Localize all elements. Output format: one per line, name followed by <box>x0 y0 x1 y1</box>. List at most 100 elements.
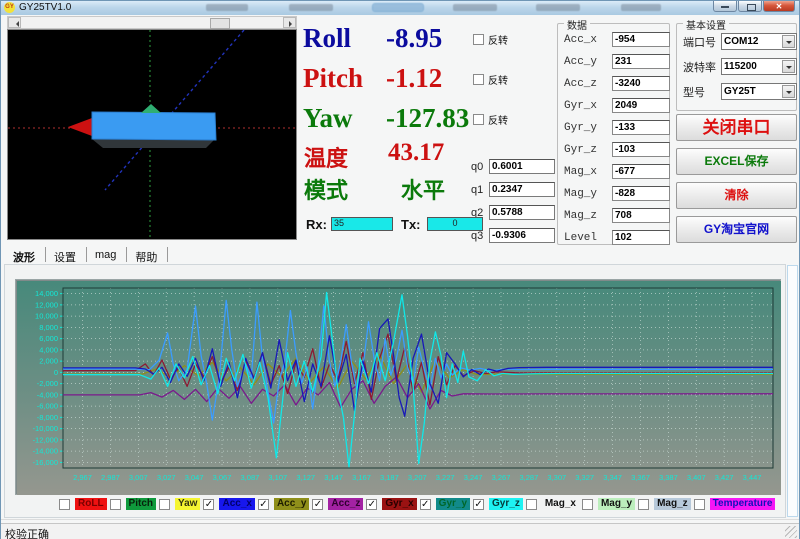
tx-label: Tx: <box>401 217 421 232</box>
legend-magy-label[interactable]: Mag_y <box>598 498 635 510</box>
q2-field[interactable]: 0.5788 <box>489 205 555 220</box>
svg-text:10,000: 10,000 <box>35 312 58 321</box>
legend-accz-checkbox[interactable]: ✓ <box>312 499 323 510</box>
svg-text:3,087: 3,087 <box>241 473 260 482</box>
tab-help[interactable]: 帮助 <box>127 247 168 262</box>
magz-row: Mag_z708 <box>564 208 670 223</box>
scroll-thumb[interactable] <box>210 18 230 29</box>
legend-temperature-label[interactable]: Temperature <box>710 498 776 510</box>
q0-field[interactable]: 0.6001 <box>489 159 555 174</box>
taobao-site-button[interactable]: GY淘宝官网 <box>676 216 797 243</box>
tx-field[interactable]: 0 <box>427 217 483 231</box>
legend-gyrx: ✓ Gyr_x <box>366 498 416 510</box>
legend-roll-checkbox[interactable] <box>59 499 70 510</box>
reverse-yaw-row: 反转 <box>473 112 508 127</box>
gyrz-field[interactable]: -103 <box>612 142 670 157</box>
tab-waveform[interactable]: 波形 <box>5 247 46 262</box>
magz-label: Mag_z <box>564 210 612 222</box>
legend-magx-checkbox[interactable] <box>526 499 537 510</box>
legend-accy-label[interactable]: Acc_y <box>274 498 309 510</box>
resize-grip-icon[interactable] <box>785 526 797 538</box>
legend-yaw-checkbox[interactable] <box>159 499 170 510</box>
legend-gyry: ✓ Gyr_y <box>420 498 470 510</box>
viewer-scrollbar[interactable] <box>7 16 297 29</box>
chart-legend: RoLL Pitch Yaw ✓Acc_x ✓Acc_y ✓Acc_z ✓Gyr… <box>59 498 775 510</box>
rx-field[interactable]: 35 <box>331 217 393 231</box>
minimize-button[interactable] <box>713 1 737 12</box>
legend-gyrz-checkbox[interactable]: ✓ <box>473 499 484 510</box>
svg-text:-12,000: -12,000 <box>33 435 58 444</box>
close-serial-button[interactable]: 关闭串口 <box>676 114 797 141</box>
svg-text:3,407: 3,407 <box>687 473 706 482</box>
svg-text:3,267: 3,267 <box>492 473 511 482</box>
legend-gyrz-label[interactable]: Gyr_z <box>489 498 523 510</box>
tab-settings[interactable]: 设置 <box>46 247 87 262</box>
legend-gyrx-checkbox[interactable]: ✓ <box>366 499 377 510</box>
q3-field[interactable]: -0.9306 <box>489 228 555 243</box>
waveform-chart[interactable]: 14,00012,00010,0008,0006,0004,0002,0000-… <box>17 281 781 495</box>
close-button[interactable] <box>763 1 795 12</box>
model-combobox[interactable]: GY25T <box>721 83 797 100</box>
svg-text:-6,000: -6,000 <box>37 402 58 411</box>
chevron-down-icon[interactable] <box>782 85 795 98</box>
excel-save-button[interactable]: EXCEL保存 <box>676 148 797 175</box>
legend-pitch-checkbox[interactable] <box>110 499 121 510</box>
magz-field[interactable]: 708 <box>612 208 670 223</box>
legend-gyrx-label[interactable]: Gyr_x <box>382 498 416 510</box>
legend-gyry-checkbox[interactable]: ✓ <box>420 499 431 510</box>
legend-magz-checkbox[interactable] <box>638 499 649 510</box>
accz-field[interactable]: -3240 <box>612 76 670 91</box>
reverse-pitch-checkbox[interactable] <box>473 74 484 85</box>
legend-yaw-label[interactable]: Yaw <box>175 498 200 510</box>
legend-accx-checkbox[interactable]: ✓ <box>203 499 214 510</box>
level-field[interactable]: 102 <box>612 230 670 245</box>
legend-roll-label[interactable]: RoLL <box>75 498 107 510</box>
q1-field[interactable]: 0.2347 <box>489 182 555 197</box>
reverse-roll-checkbox[interactable] <box>473 34 484 45</box>
title-bar[interactable]: GY GY25TV1.0 <box>1 1 799 15</box>
scroll-left-icon[interactable] <box>8 17 21 28</box>
accz-label: Acc_z <box>564 78 612 90</box>
legend-pitch: Pitch <box>110 498 156 510</box>
tab-mag[interactable]: mag <box>87 247 127 262</box>
port-combobox[interactable]: COM12 <box>721 33 797 50</box>
chevron-down-icon[interactable] <box>782 60 795 73</box>
legend-accy-checkbox[interactable]: ✓ <box>258 499 269 510</box>
legend-gyry-label[interactable]: Gyr_y <box>436 498 470 510</box>
magx-field[interactable]: -677 <box>612 164 670 179</box>
legend-yaw: Yaw <box>159 498 200 510</box>
svg-text:3,147: 3,147 <box>324 473 343 482</box>
svg-text:3,447: 3,447 <box>743 473 762 482</box>
legend-magx-label[interactable]: Mag_x <box>542 498 579 510</box>
svg-text:3,367: 3,367 <box>631 473 650 482</box>
svg-text:4,000: 4,000 <box>39 345 58 354</box>
legend-magz-label[interactable]: Mag_z <box>654 498 691 510</box>
svg-text:3,067: 3,067 <box>213 473 232 482</box>
legend-accx-label[interactable]: Acc_x <box>219 498 254 510</box>
accy-field[interactable]: 231 <box>612 54 670 69</box>
scroll-right-icon[interactable] <box>283 17 296 28</box>
q2-row: q2 0.5788 <box>471 205 555 220</box>
reverse-yaw-checkbox[interactable] <box>473 114 484 125</box>
gyrx-field[interactable]: 2049 <box>612 98 670 113</box>
svg-text:-2,000: -2,000 <box>37 379 58 388</box>
3d-viewport[interactable] <box>7 29 297 240</box>
clear-button[interactable]: 清除 <box>676 182 797 209</box>
3d-board-underside <box>92 139 215 148</box>
svg-text:3,327: 3,327 <box>575 473 594 482</box>
accx-field[interactable]: -954 <box>612 32 670 47</box>
svg-text:2,000: 2,000 <box>39 357 58 366</box>
chevron-down-icon[interactable] <box>782 35 795 48</box>
magy-field[interactable]: -828 <box>612 186 670 201</box>
maximize-button[interactable] <box>738 1 762 12</box>
legend-pitch-label[interactable]: Pitch <box>126 498 156 510</box>
baud-combobox[interactable]: 115200 <box>721 58 797 75</box>
accx-label: Acc_x <box>564 34 612 46</box>
legend-temperature-checkbox[interactable] <box>694 499 705 510</box>
legend-accz-label[interactable]: Acc_z <box>328 498 363 510</box>
gyry-field[interactable]: -133 <box>612 120 670 135</box>
temperature-value: 43.17 <box>388 139 444 167</box>
temperature-label: 温度 <box>304 141 348 173</box>
svg-text:3,047: 3,047 <box>185 473 204 482</box>
legend-magy-checkbox[interactable] <box>582 499 593 510</box>
